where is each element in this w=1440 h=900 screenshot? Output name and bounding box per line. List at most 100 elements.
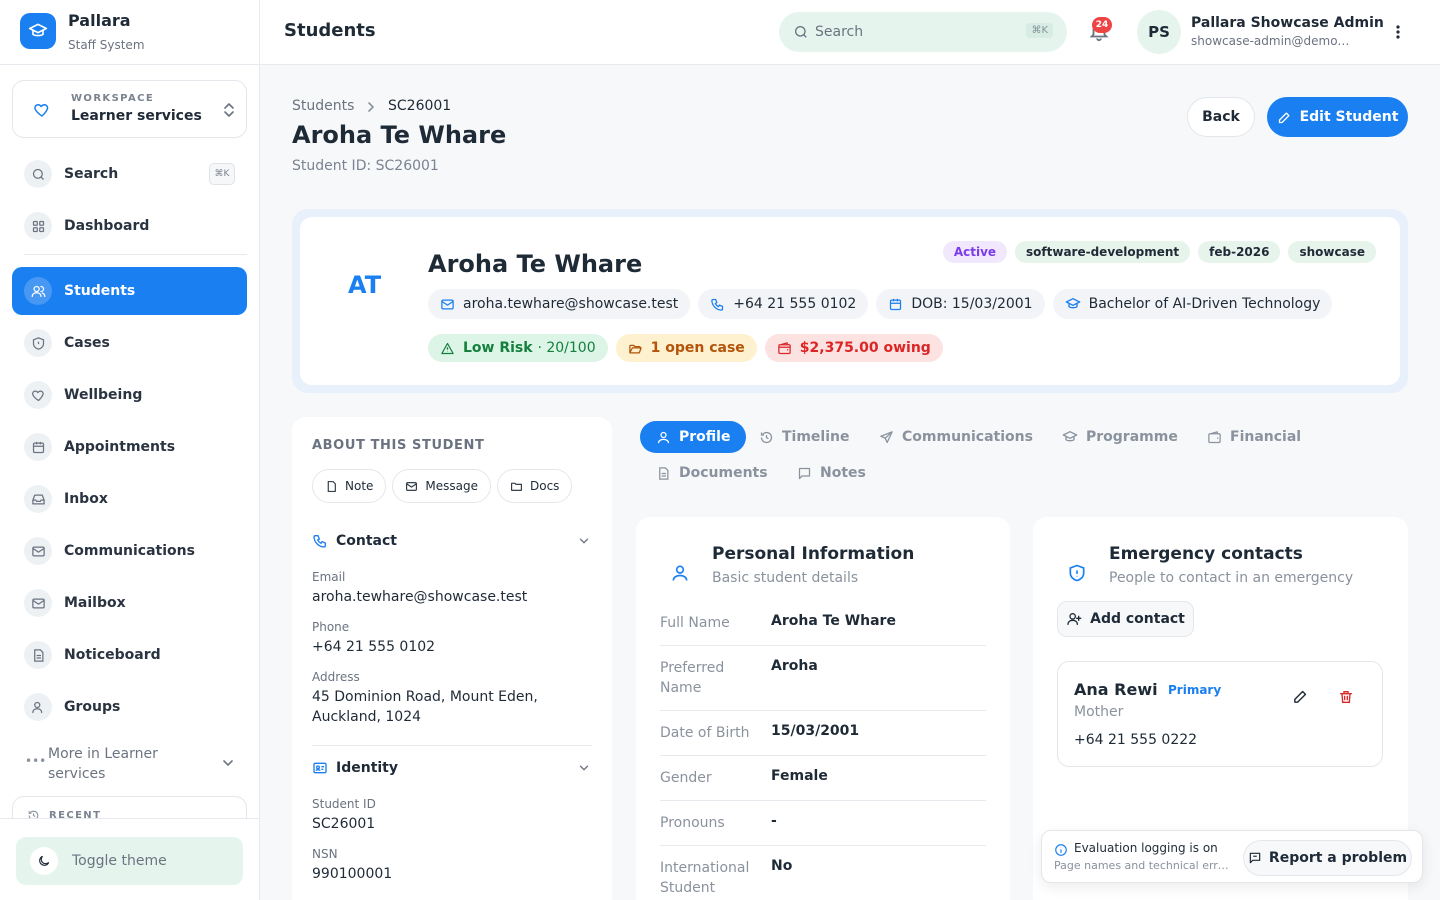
message-square-icon [798, 467, 811, 479]
email-chip-text: aroha.tewhare@showcase.test [463, 296, 679, 312]
tab-timeline[interactable]: Timeline [759, 421, 850, 453]
contact-chips: aroha.tewhare@showcase.test +64 21 555 0… [428, 289, 1333, 319]
phone-chip[interactable]: +64 21 555 0102 [698, 289, 869, 319]
more-vertical-icon[interactable] [1390, 23, 1406, 41]
document-icon [327, 480, 336, 492]
user-email: showcase-admin@demo.test [1191, 34, 1351, 48]
pencil-icon[interactable] [1292, 688, 1309, 705]
info-value: 15/03/2001 [771, 723, 860, 739]
about-actions: Note Message Docs [312, 469, 573, 503]
dob-chip-text: DOB: 15/03/2001 [911, 296, 1033, 312]
workspace-switcher[interactable]: WORKSPACE Learner services [12, 80, 247, 138]
student-id-label: Student ID [312, 797, 376, 811]
sidebar-item-cases[interactable]: Cases [12, 319, 247, 367]
chevron-down-icon [578, 535, 590, 547]
send-message-label: Message [425, 479, 478, 493]
contact-section-toggle[interactable]: Contact [312, 530, 592, 552]
add-note-button[interactable]: Note [312, 469, 387, 503]
id-card-icon [313, 762, 327, 774]
tab-communications[interactable]: Communications [879, 421, 1033, 453]
identity-section-toggle[interactable]: Identity [312, 757, 592, 779]
pencil-icon [1278, 112, 1290, 123]
phone-value: +64 21 555 0102 [312, 639, 436, 655]
users-icon [24, 693, 52, 721]
docs-button[interactable]: Docs [497, 469, 573, 503]
sidebar-item-noticeboard[interactable]: Noticeboard [12, 631, 247, 679]
tab-profile[interactable]: Profile [640, 421, 747, 453]
phone-icon [313, 535, 326, 548]
primary-badge: Primary [1168, 683, 1222, 697]
owing-badge[interactable]: $2,375.00 owing [764, 334, 943, 362]
tag-chip: feb-2026 [1198, 241, 1281, 263]
sidebar-item-wellbeing[interactable]: Wellbeing [12, 371, 247, 419]
tab-label: Notes [820, 465, 866, 481]
wallet-icon [778, 341, 791, 354]
sidebar: Pallara Staff System WORKSPACE Learner s… [0, 0, 260, 900]
brand-name: Pallara [68, 11, 131, 30]
sidebar-item-dashboard[interactable]: Dashboard [12, 202, 247, 250]
contact-name: Ana Rewi [1074, 680, 1158, 699]
programme-chip: Bachelor of AI-Driven Technology [1052, 289, 1333, 319]
sidebar-item-groups[interactable]: Groups [12, 683, 247, 731]
contact-relationship: Mother [1074, 704, 1124, 720]
edit-student-button[interactable]: Edit Student [1267, 97, 1408, 137]
sidebar-item-appointments[interactable]: Appointments [12, 423, 247, 471]
tab-label: Financial [1230, 429, 1302, 445]
sidebar-search[interactable]: Search ⌘K [12, 150, 247, 198]
tab-notes[interactable]: Notes [797, 457, 866, 489]
calendar-icon [890, 298, 902, 310]
add-contact-label: Add contact [1090, 611, 1185, 627]
sidebar-item-inbox[interactable]: Inbox [12, 475, 247, 523]
info-value: Aroha Te Whare [771, 613, 896, 629]
back-button[interactable]: Back [1187, 97, 1255, 137]
email-label: Email [312, 570, 346, 584]
add-contact-button[interactable]: Add contact [1057, 601, 1194, 637]
tab-documents[interactable]: Documents [656, 457, 768, 489]
info-label: Pronouns [660, 815, 725, 831]
user-icon [660, 553, 700, 593]
user-plus-icon [1067, 613, 1082, 625]
toggle-theme-button[interactable]: Toggle theme [16, 837, 243, 885]
sidebar-item-label: Mailbox [64, 595, 126, 611]
sidebar-item-mailbox[interactable]: Mailbox [12, 579, 247, 627]
mail-icon [406, 481, 418, 491]
trash-icon[interactable] [1338, 689, 1354, 705]
sidebar-item-label: Groups [64, 699, 121, 715]
status-badge: Active [942, 241, 1008, 263]
student-id-value: SC26001 [312, 816, 376, 832]
avatar[interactable]: PS [1137, 10, 1181, 54]
send-icon [880, 430, 893, 443]
tab-programme[interactable]: Programme [1062, 421, 1178, 453]
tab-label: Profile [679, 429, 731, 445]
sidebar-item-label: Inbox [64, 491, 108, 507]
info-value: Aroha [771, 658, 818, 674]
email-chip[interactable]: aroha.tewhare@showcase.test [428, 289, 691, 319]
sidebar-item-students[interactable]: Students [12, 267, 247, 315]
send-message-button[interactable]: Message [392, 469, 491, 503]
mail-icon [24, 589, 52, 617]
info-label: International Student [660, 860, 750, 896]
tab-financial[interactable]: Financial [1207, 421, 1301, 453]
email-value: aroha.tewhare@showcase.test [312, 589, 528, 605]
sidebar-item-label: Dashboard [64, 218, 150, 234]
info-row: Full Name Aroha Te Whare [660, 601, 986, 646]
card-subtitle: People to contact in an emergency [1109, 570, 1354, 586]
open-cases-badge[interactable]: 1 open case [615, 334, 757, 362]
graduation-cap-icon [1065, 298, 1080, 309]
add-note-label: Note [345, 479, 374, 493]
shield-icon [1057, 553, 1097, 593]
breadcrumb-root[interactable]: Students [292, 98, 354, 114]
info-row: Gender Female [660, 756, 986, 801]
sidebar-item-communications[interactable]: Communications [12, 527, 247, 575]
nsn-label: NSN [312, 847, 338, 861]
info-label: Preferred Name [660, 660, 725, 696]
global-search[interactable]: ⌘K [779, 12, 1067, 52]
phone-icon [711, 298, 724, 311]
report-problem-button[interactable]: Report a problem [1243, 840, 1412, 876]
more-in-workspace[interactable]: ••• More in Learner services [12, 742, 247, 786]
info-row: International Student No [660, 846, 986, 900]
moon-icon [30, 847, 58, 875]
sidebar-item-label: Cases [64, 335, 110, 351]
info-row: Date of Birth 15/03/2001 [660, 711, 986, 756]
search-input[interactable] [815, 21, 1015, 43]
